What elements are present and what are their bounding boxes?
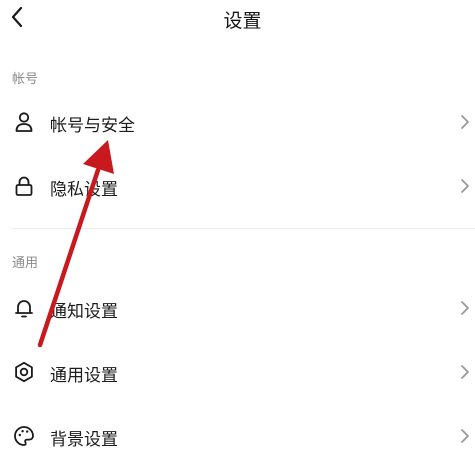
settings-item-notifications[interactable]: 通知设置 [0,285,475,331]
section-title-general: 通用 [12,256,39,271]
annotation-arrow [37,140,114,348]
settings-item-general[interactable]: 通用设置 [0,349,475,395]
chevron-right-icon [461,179,469,193]
gear-icon [12,360,36,384]
chevron-right-icon [461,429,469,443]
section-divider [12,228,475,229]
settings-item-privacy[interactable]: 隐私设置 [0,163,475,209]
section-title-account: 帐号 [12,72,39,87]
top-bar: 设置 [0,0,475,38]
settings-item-label: 通用设置 [50,366,118,386]
settings-item-label: 帐号与安全 [50,116,135,136]
chevron-right-icon [461,301,469,315]
palette-icon [12,424,36,448]
settings-item-background[interactable]: 背景设置 [0,413,475,459]
chevron-right-icon [461,115,469,129]
settings-item-label: 背景设置 [50,430,118,450]
chevron-right-icon [461,365,469,379]
settings-item-label: 通知设置 [50,302,118,322]
settings-item-account-security[interactable]: 帐号与安全 [0,99,475,145]
bell-icon [12,296,36,320]
page-title: 设置 [223,10,262,32]
settings-item-label: 隐私设置 [50,180,118,200]
lock-icon [12,174,36,198]
user-icon [12,110,36,134]
